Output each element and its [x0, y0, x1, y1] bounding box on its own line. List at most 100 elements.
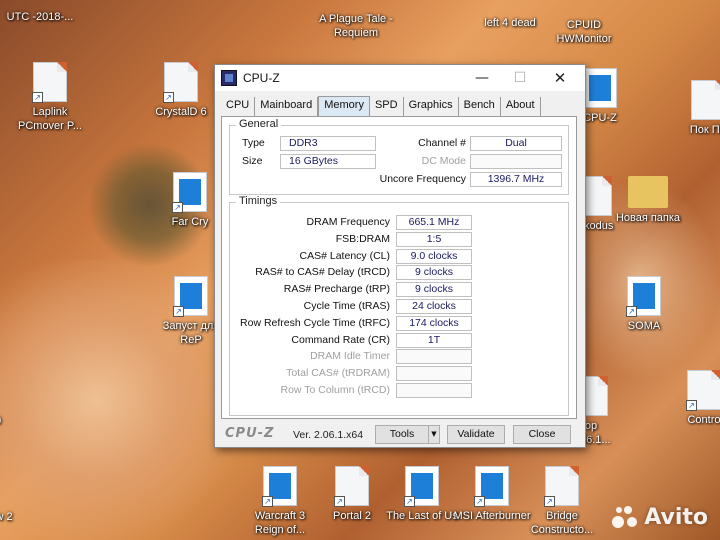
shortcut-arrow-icon: ↗ [262, 496, 273, 507]
type-label: Type [242, 137, 265, 149]
desktop-icon-left-00[interactable]: 00 [0, 414, 20, 428]
timing-label: RAS# Precharge (tRP) [283, 283, 390, 295]
version-text: Ver. 2.06.1.x64 [293, 429, 364, 441]
document-icon: ↗ [544, 466, 579, 507]
desktop-icon-label: CrystalD 6 [155, 106, 207, 118]
document-icon: ↗ [334, 466, 369, 507]
maximize-button[interactable]: ☐ [501, 65, 539, 91]
desktop-icon-label: left 4 dead [484, 17, 536, 29]
timing-value: 1:5 [396, 232, 472, 247]
app-icon: ↗ [173, 276, 208, 317]
avito-logo-icon [612, 504, 638, 530]
tab-spd[interactable]: SPD [370, 97, 404, 116]
shortcut-arrow-icon: ↗ [626, 306, 637, 317]
shortcut-arrow-icon: ↗ [544, 496, 555, 507]
desktop-icon-portal2[interactable]: ↗ Portal 2 [312, 466, 392, 523]
close-window-button[interactable]: ✕ [541, 65, 579, 91]
avito-watermark: Avito [612, 504, 708, 530]
desktop-icon-label: CPU-Z [583, 112, 617, 124]
desktop-icon-lastofus[interactable]: ↗ The Last of Us [382, 466, 462, 523]
desktop-icon-zapusk[interactable]: ↗ Запуст для ReP [160, 276, 222, 347]
size-value: 16 GBytes [280, 154, 376, 169]
document-icon: ↗ [686, 370, 720, 411]
desktop-icon-label: SOMA [627, 320, 661, 332]
tab-about[interactable]: About [501, 97, 541, 116]
timing-label: Cycle Time (tRAS) [303, 300, 390, 312]
shortcut-arrow-icon: ↗ [404, 496, 415, 507]
close-button[interactable]: Close [513, 425, 571, 444]
desktop-icon-label: CPUID HWMonitor [556, 19, 612, 45]
folder-icon [628, 176, 668, 208]
desktop-icon-label: Новая папка [615, 212, 681, 224]
desktop-icon-new-folder[interactable]: Новая папка [608, 170, 688, 225]
cpuz-brand-logo: CPU-Z [225, 426, 275, 441]
desktop-icon-contro[interactable]: ↗ Contro [684, 370, 720, 427]
timing-label: Row Refresh Cycle Time (tRFC) [240, 317, 390, 329]
desktop-icon-label: Пок ПК [689, 124, 720, 136]
desktop-icon-msi[interactable]: ↗ MSI Afterburner [452, 466, 532, 523]
tab-memory[interactable]: Memory [318, 96, 370, 117]
tab-mainboard[interactable]: Mainboard [255, 97, 319, 116]
desktop-icon-label: UTC -2018-... [6, 11, 74, 23]
desktop-icon-laplink[interactable]: ↗ Laplink PCmover P... [10, 62, 90, 133]
desktop-icon-hwmonitor[interactable]: CPUID HWMonitor [544, 18, 624, 46]
desktop-icon-label: MSI Afterburner [453, 510, 531, 522]
dc-mode-label: DC Mode [421, 155, 466, 167]
timings-group-title: Timings [236, 195, 281, 207]
desktop-icon-left4dead[interactable]: left 4 dead [470, 16, 550, 30]
validate-button[interactable]: Validate [447, 425, 505, 444]
desktop-icon-label: 00 [0, 415, 1, 427]
timing-value [396, 383, 472, 398]
channel-label: Channel # [418, 137, 466, 149]
soma-app-icon: ↗ [626, 276, 661, 317]
desktop-icon-pok[interactable]: Пок ПК [688, 80, 720, 137]
document-icon: ↗ [163, 62, 198, 103]
farcry-app-icon: ↗ [172, 172, 207, 213]
shortcut-arrow-icon: ↗ [686, 400, 697, 411]
tools-button[interactable]: Tools [375, 425, 429, 444]
title-bar[interactable]: CPU-Z — ☐ ✕ [215, 65, 585, 91]
timing-value: 9.0 clocks [396, 249, 472, 264]
shortcut-arrow-icon: ↗ [32, 92, 43, 103]
desktop-icon-row2[interactable]: ow 2 [0, 510, 28, 524]
timing-value: 9 clocks [396, 265, 472, 280]
bottom-bar: CPU-Z Ver. 2.06.1.x64 Tools ▼ Validate C… [221, 425, 577, 445]
timings-group: Timings DRAM Frequency 665.1 MHz FSB:DRAM 1… [229, 195, 569, 416]
timing-value [396, 349, 472, 364]
desktop-icon-label: Far Cry [171, 216, 209, 228]
timing-value: 24 clocks [396, 299, 472, 314]
tab-bar: CPU Mainboard Memory SPD Graphics Bench … [221, 96, 541, 117]
desktop-icon-utc[interactable]: UTC -2018-... [0, 10, 80, 24]
shortcut-arrow-icon: ↗ [173, 306, 184, 317]
cpuz-icon [221, 70, 237, 86]
tools-dropdown-icon[interactable]: ▼ [428, 425, 440, 444]
desktop-icon-farcry[interactable]: ↗ Far Cry [160, 172, 220, 229]
timing-label: Total CAS# (tRDRAM) [286, 367, 390, 379]
desktop-icon-label: The Last of Us [386, 510, 458, 522]
timing-label: Command Rate (CR) [291, 334, 390, 346]
cpuz-app-icon [583, 68, 617, 108]
general-group-title: General [236, 118, 282, 130]
desktop-icon-bridge[interactable]: ↗ Bridge Constructo... [522, 466, 602, 537]
cpuz-window[interactable]: CPU-Z — ☐ ✕ CPU Mainboard Memory SPD Gra… [214, 64, 586, 448]
tab-graphics[interactable]: Graphics [404, 97, 459, 116]
shortcut-arrow-icon: ↗ [172, 202, 183, 213]
desktop-icon-warcraft[interactable]: ↗ Warcraft 3 Reign of... [240, 466, 320, 537]
tab-cpu[interactable]: CPU [221, 97, 256, 116]
timing-label: RAS# to CAS# Delay (tRCD) [255, 266, 390, 278]
dc-mode-value [470, 154, 562, 169]
minimize-button[interactable]: — [463, 65, 501, 91]
avito-watermark-text: Avito [644, 504, 708, 530]
channel-value: Dual [470, 136, 562, 151]
tab-bench[interactable]: Bench [459, 97, 501, 116]
timing-value [396, 366, 472, 381]
warcraft-app-icon: ↗ [262, 466, 297, 507]
uncore-frequency-value: 1396.7 MHz [470, 172, 562, 187]
timing-label: DRAM Idle Timer [310, 350, 390, 362]
desktop-icon-plague-tale[interactable]: A Plague Tale - Requiem [310, 12, 402, 40]
desktop-icon-label: Portal 2 [333, 510, 371, 522]
desktop-icon-label: Laplink PCmover P... [18, 106, 82, 132]
desktop-icon-soma[interactable]: ↗ SOMA [604, 276, 684, 333]
timing-label: CAS# Latency (CL) [299, 250, 390, 262]
desktop-icon-crystaldisk[interactable]: ↗ CrystalD 6 [148, 62, 214, 119]
